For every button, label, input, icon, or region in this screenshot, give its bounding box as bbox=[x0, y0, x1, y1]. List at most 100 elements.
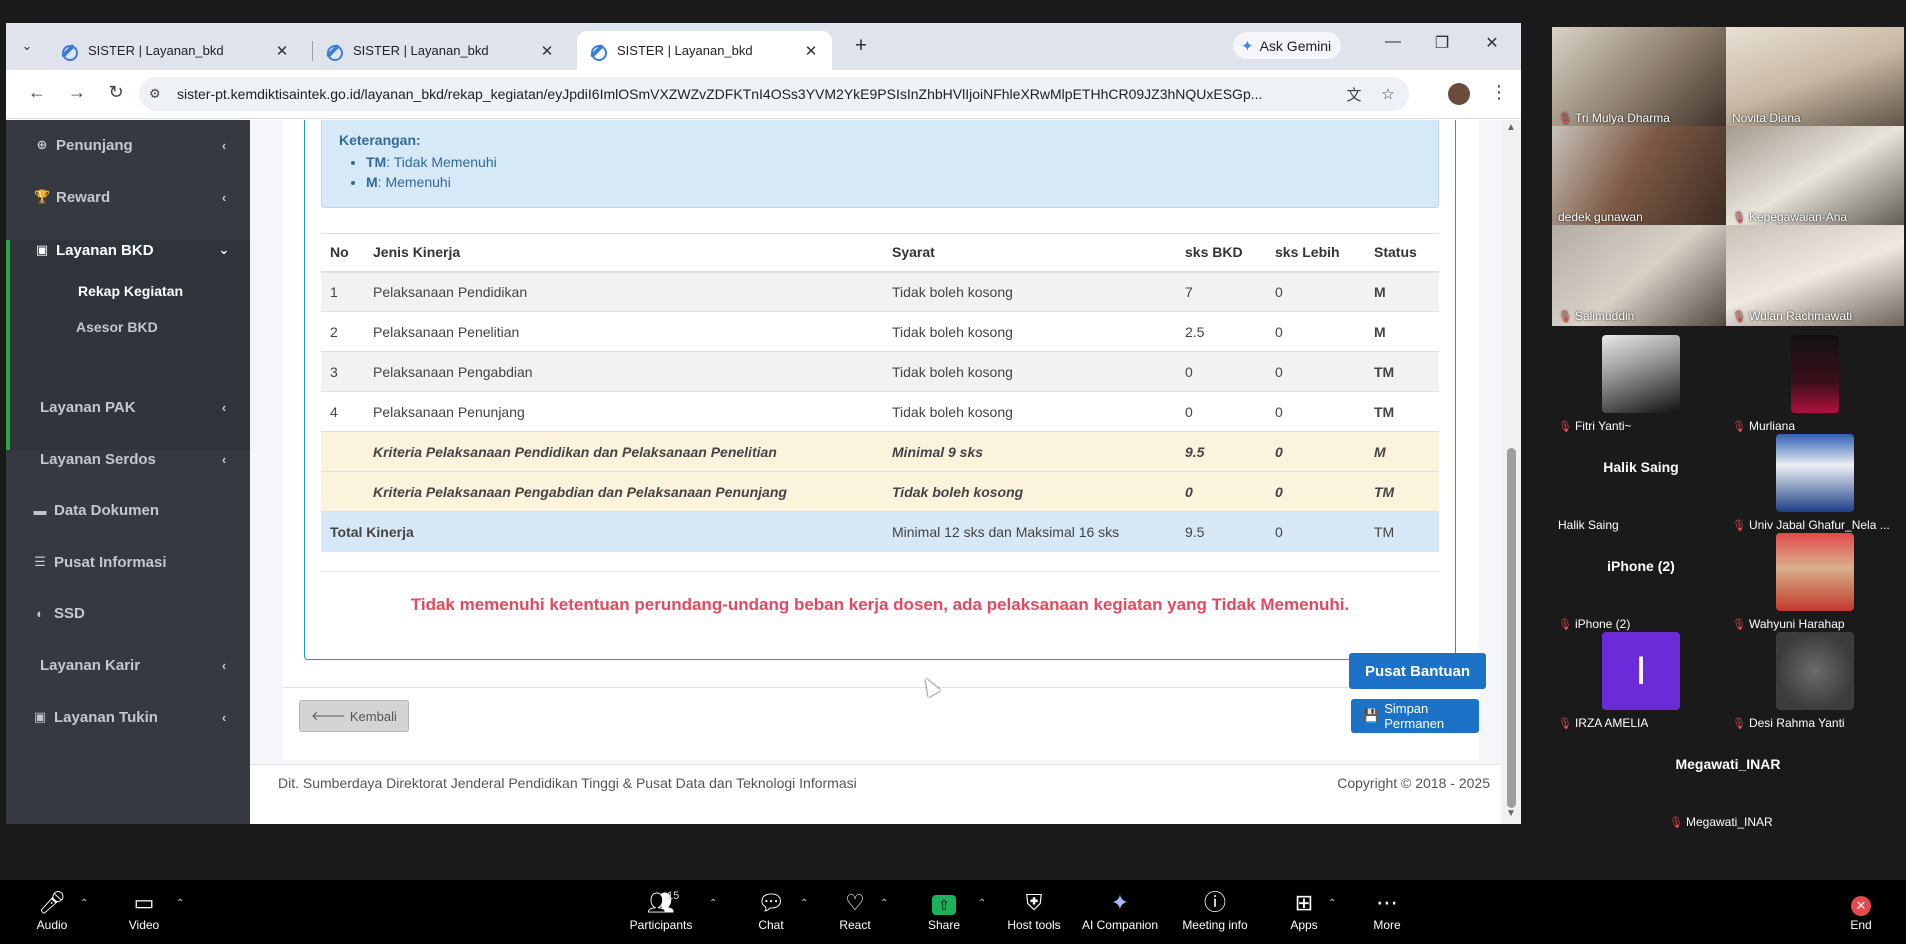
ask-gemini-button[interactable]: ✦ Ask Gemini bbox=[1233, 32, 1342, 59]
chat-label: Chat bbox=[758, 918, 784, 932]
participant-name-tag: 🎙 Salimuddin bbox=[1558, 309, 1634, 323]
apps-options-caret-icon[interactable]: ⌃ bbox=[1328, 898, 1336, 909]
sidebar-item-label: SSD bbox=[54, 604, 85, 622]
participant-photo-tile[interactable]: 🎙 Univ Jabal Ghafur_Nela ... bbox=[1726, 434, 1904, 535]
share-button[interactable]: ⇧ Share bbox=[899, 888, 989, 932]
browser-menu-icon[interactable]: ⋮ bbox=[1490, 82, 1508, 103]
web-page: ⊕ Penunjang ‹ 🏆 Reward ‹ ▣ Layanan BKD ⌄… bbox=[6, 120, 1521, 824]
participant-letter-tile[interactable]: I 🎙 IRZA AMELIA bbox=[1552, 632, 1730, 733]
help-center-button[interactable]: Pusat Bantuan bbox=[1349, 653, 1487, 689]
close-tab-icon[interactable]: ✕ bbox=[273, 42, 291, 60]
table-row: 2 Pelaksanaan Penelitian Tidak boleh kos… bbox=[321, 311, 1439, 352]
profile-photo bbox=[1776, 533, 1854, 611]
restore-icon[interactable]: ❐ bbox=[1430, 33, 1454, 53]
participant-video-tile[interactable]: 🎙 Tri Mulya Dharma bbox=[1552, 27, 1730, 128]
tab-title: SISTER | Layanan_bkd bbox=[88, 43, 224, 58]
participants-label: Participants bbox=[629, 918, 693, 932]
close-window-icon[interactable]: ✕ bbox=[1480, 33, 1504, 53]
page-scrollbar[interactable]: ▲ ▼ bbox=[1502, 120, 1521, 824]
participant-name-tile[interactable]: Halik Saing Halik Saing bbox=[1552, 434, 1730, 535]
participant-photo-tile[interactable]: 🎙 Desi Rahma Yanti bbox=[1726, 632, 1904, 733]
participants-options-caret-icon[interactable]: ⌃ bbox=[709, 898, 717, 909]
browser-tab-1[interactable]: SISTER | Layanan_bkd ✕ bbox=[48, 31, 303, 70]
audio-options-caret-icon[interactable]: ⌃ bbox=[80, 898, 88, 909]
back-arrow-icon[interactable]: ← bbox=[24, 82, 50, 103]
close-tab-icon[interactable]: ✕ bbox=[538, 42, 556, 60]
share-options-caret-icon[interactable]: ⌃ bbox=[978, 898, 986, 909]
ai-companion-button[interactable]: ✦ AI Companion bbox=[1075, 888, 1165, 932]
profile-avatar-icon[interactable] bbox=[1448, 83, 1470, 105]
participant-photo-tile[interactable]: 🎙 Fitri Yanti~ bbox=[1552, 335, 1730, 436]
tab-search-icon[interactable]: ⌄ bbox=[16, 35, 38, 57]
save-permanent-button[interactable]: 💾 Simpan Permanen bbox=[1351, 699, 1479, 733]
cell-sks-lebih: 0 bbox=[1266, 511, 1365, 552]
participant-video-tile-speaking[interactable]: dedek gunawan bbox=[1552, 126, 1730, 227]
end-meeting-button[interactable]: ✕ End bbox=[1826, 888, 1896, 932]
sidebar-item-data-dokumen[interactable]: ▬ Data Dokumen bbox=[6, 490, 250, 530]
participant-name-tag: 🎙 Murliana bbox=[1732, 419, 1795, 433]
url-omnibox[interactable]: ⚙ sister-pt.kemdiktisaintek.go.id/layana… bbox=[139, 77, 1409, 111]
sidebar-subitem-asesor-bkd[interactable]: Asesor BKD bbox=[76, 319, 158, 335]
sidebar-subitem-rekap-kegiatan[interactable]: Rekap Kegiatan bbox=[78, 283, 183, 299]
reload-icon[interactable]: ↻ bbox=[103, 82, 129, 103]
cell-no bbox=[321, 471, 364, 512]
meeting-info-button[interactable]: ⓘ Meeting info bbox=[1170, 888, 1260, 932]
participant-video-tile[interactable]: 🎙 Kepegawaian-Ana bbox=[1726, 126, 1904, 227]
participant-photo-tile[interactable]: 🎙 Wahyuni Harahap bbox=[1726, 533, 1904, 634]
meeting-toolbar: 🎤︎ Audio ⌃ ▭ Video ⌃ 👥︎ 15 Participants … bbox=[0, 880, 1906, 944]
chat-button[interactable]: 💬︎ Chat bbox=[726, 888, 816, 932]
new-tab-button[interactable]: + bbox=[849, 35, 873, 57]
keterangan-item: M: Memenuhi bbox=[366, 172, 497, 192]
keterangan-box: Keterangan: TM: Tidak Memenuhi M: Memenu… bbox=[321, 120, 1439, 208]
video-button[interactable]: ▭ Video bbox=[99, 888, 189, 932]
translate-icon[interactable]: 文 bbox=[1342, 84, 1366, 105]
mic-muted-icon: 🎙 bbox=[1558, 618, 1572, 631]
participant-video-tile[interactable]: 🎙 Wulan Rachmawati bbox=[1726, 225, 1904, 326]
sidebar-item-layanan-karir[interactable]: Layanan Karir ‹ bbox=[6, 645, 250, 685]
apps-label: Apps bbox=[1290, 918, 1318, 932]
scroll-down-icon[interactable]: ▼ bbox=[1506, 808, 1516, 819]
video-options-caret-icon[interactable]: ⌃ bbox=[176, 898, 184, 909]
cell-no bbox=[321, 431, 364, 472]
cell-sks-lebih: 0 bbox=[1266, 391, 1365, 432]
sidebar-item-reward[interactable]: 🏆 Reward ‹ bbox=[6, 177, 250, 217]
back-button[interactable]: 🡐 Kembali bbox=[299, 700, 409, 732]
sidebar-item-layanan-pak[interactable]: Layanan PAK ‹ bbox=[6, 387, 250, 427]
sidebar-item-ssd[interactable]: ◐ SSD bbox=[6, 593, 250, 633]
participant-name-tile[interactable]: iPhone (2) 🎙 iPhone (2) bbox=[1552, 533, 1730, 634]
more-button[interactable]: ⋯ More bbox=[1342, 888, 1432, 932]
briefcase-icon: ▣ bbox=[33, 709, 47, 724]
audio-button[interactable]: 🎤︎ Audio bbox=[7, 888, 97, 932]
react-button[interactable]: ♡ React bbox=[810, 888, 900, 932]
chat-options-caret-icon[interactable]: ⌃ bbox=[800, 898, 808, 909]
col-header-no: No bbox=[321, 233, 364, 273]
sidebar-item-layanan-bkd[interactable]: ▣ Layanan BKD ⌄ bbox=[6, 230, 250, 270]
minimize-icon[interactable]: — bbox=[1381, 33, 1405, 51]
participant-name-tag: 🎙 Fitri Yanti~ bbox=[1558, 419, 1632, 433]
apps-button[interactable]: ⊞ Apps bbox=[1259, 888, 1349, 932]
participant-name-tag: Halik Saing bbox=[1558, 518, 1619, 532]
participant-name: Kepegawaian-Ana bbox=[1748, 210, 1848, 224]
react-options-caret-icon[interactable]: ⌃ bbox=[880, 898, 888, 909]
sidebar-item-layanan-serdos[interactable]: Layanan Serdos ‹ bbox=[6, 439, 250, 479]
browser-tab-3-active[interactable]: SISTER | Layanan_bkd ✕ bbox=[577, 31, 832, 70]
participants-button[interactable]: 👥︎ 15 Participants bbox=[616, 888, 706, 932]
host-tools-button[interactable]: ⛨ Host tools bbox=[989, 888, 1079, 932]
col-header-status: Status bbox=[1365, 233, 1439, 273]
forward-arrow-icon[interactable]: → bbox=[64, 82, 90, 103]
scrollbar-thumb[interactable] bbox=[1507, 448, 1516, 808]
sidebar-item-penunjang[interactable]: ⊕ Penunjang ‹ bbox=[6, 125, 250, 165]
sidebar-item-pusat-informasi[interactable]: ☰ Pusat Informasi bbox=[6, 542, 250, 582]
participant-photo-tile[interactable]: 🎙 Murliana bbox=[1726, 335, 1904, 436]
url-text[interactable]: sister-pt.kemdiktisaintek.go.id/layanan_… bbox=[177, 86, 1332, 102]
participant-name-tile[interactable]: Megawati_INAR 🎙 Megawati_INAR bbox=[1639, 731, 1817, 832]
participant-video-tile[interactable]: Novita Diana bbox=[1726, 27, 1904, 128]
site-settings-icon[interactable]: ⚙ bbox=[149, 86, 165, 102]
close-tab-icon[interactable]: ✕ bbox=[802, 42, 820, 60]
sidebar-item-layanan-tukin[interactable]: ▣ Layanan Tukin ‹ bbox=[6, 697, 250, 737]
participant-video-tile[interactable]: 🎙 Salimuddin bbox=[1552, 225, 1730, 326]
browser-tab-2[interactable]: SISTER | Layanan_bkd ✕ bbox=[313, 31, 568, 70]
table-row-kriteria: Kriteria Pelaksanaan Pengabdian dan Pela… bbox=[321, 471, 1439, 512]
scroll-up-icon[interactable]: ▲ bbox=[1506, 122, 1516, 133]
bookmark-star-icon[interactable]: ☆ bbox=[1376, 85, 1400, 103]
